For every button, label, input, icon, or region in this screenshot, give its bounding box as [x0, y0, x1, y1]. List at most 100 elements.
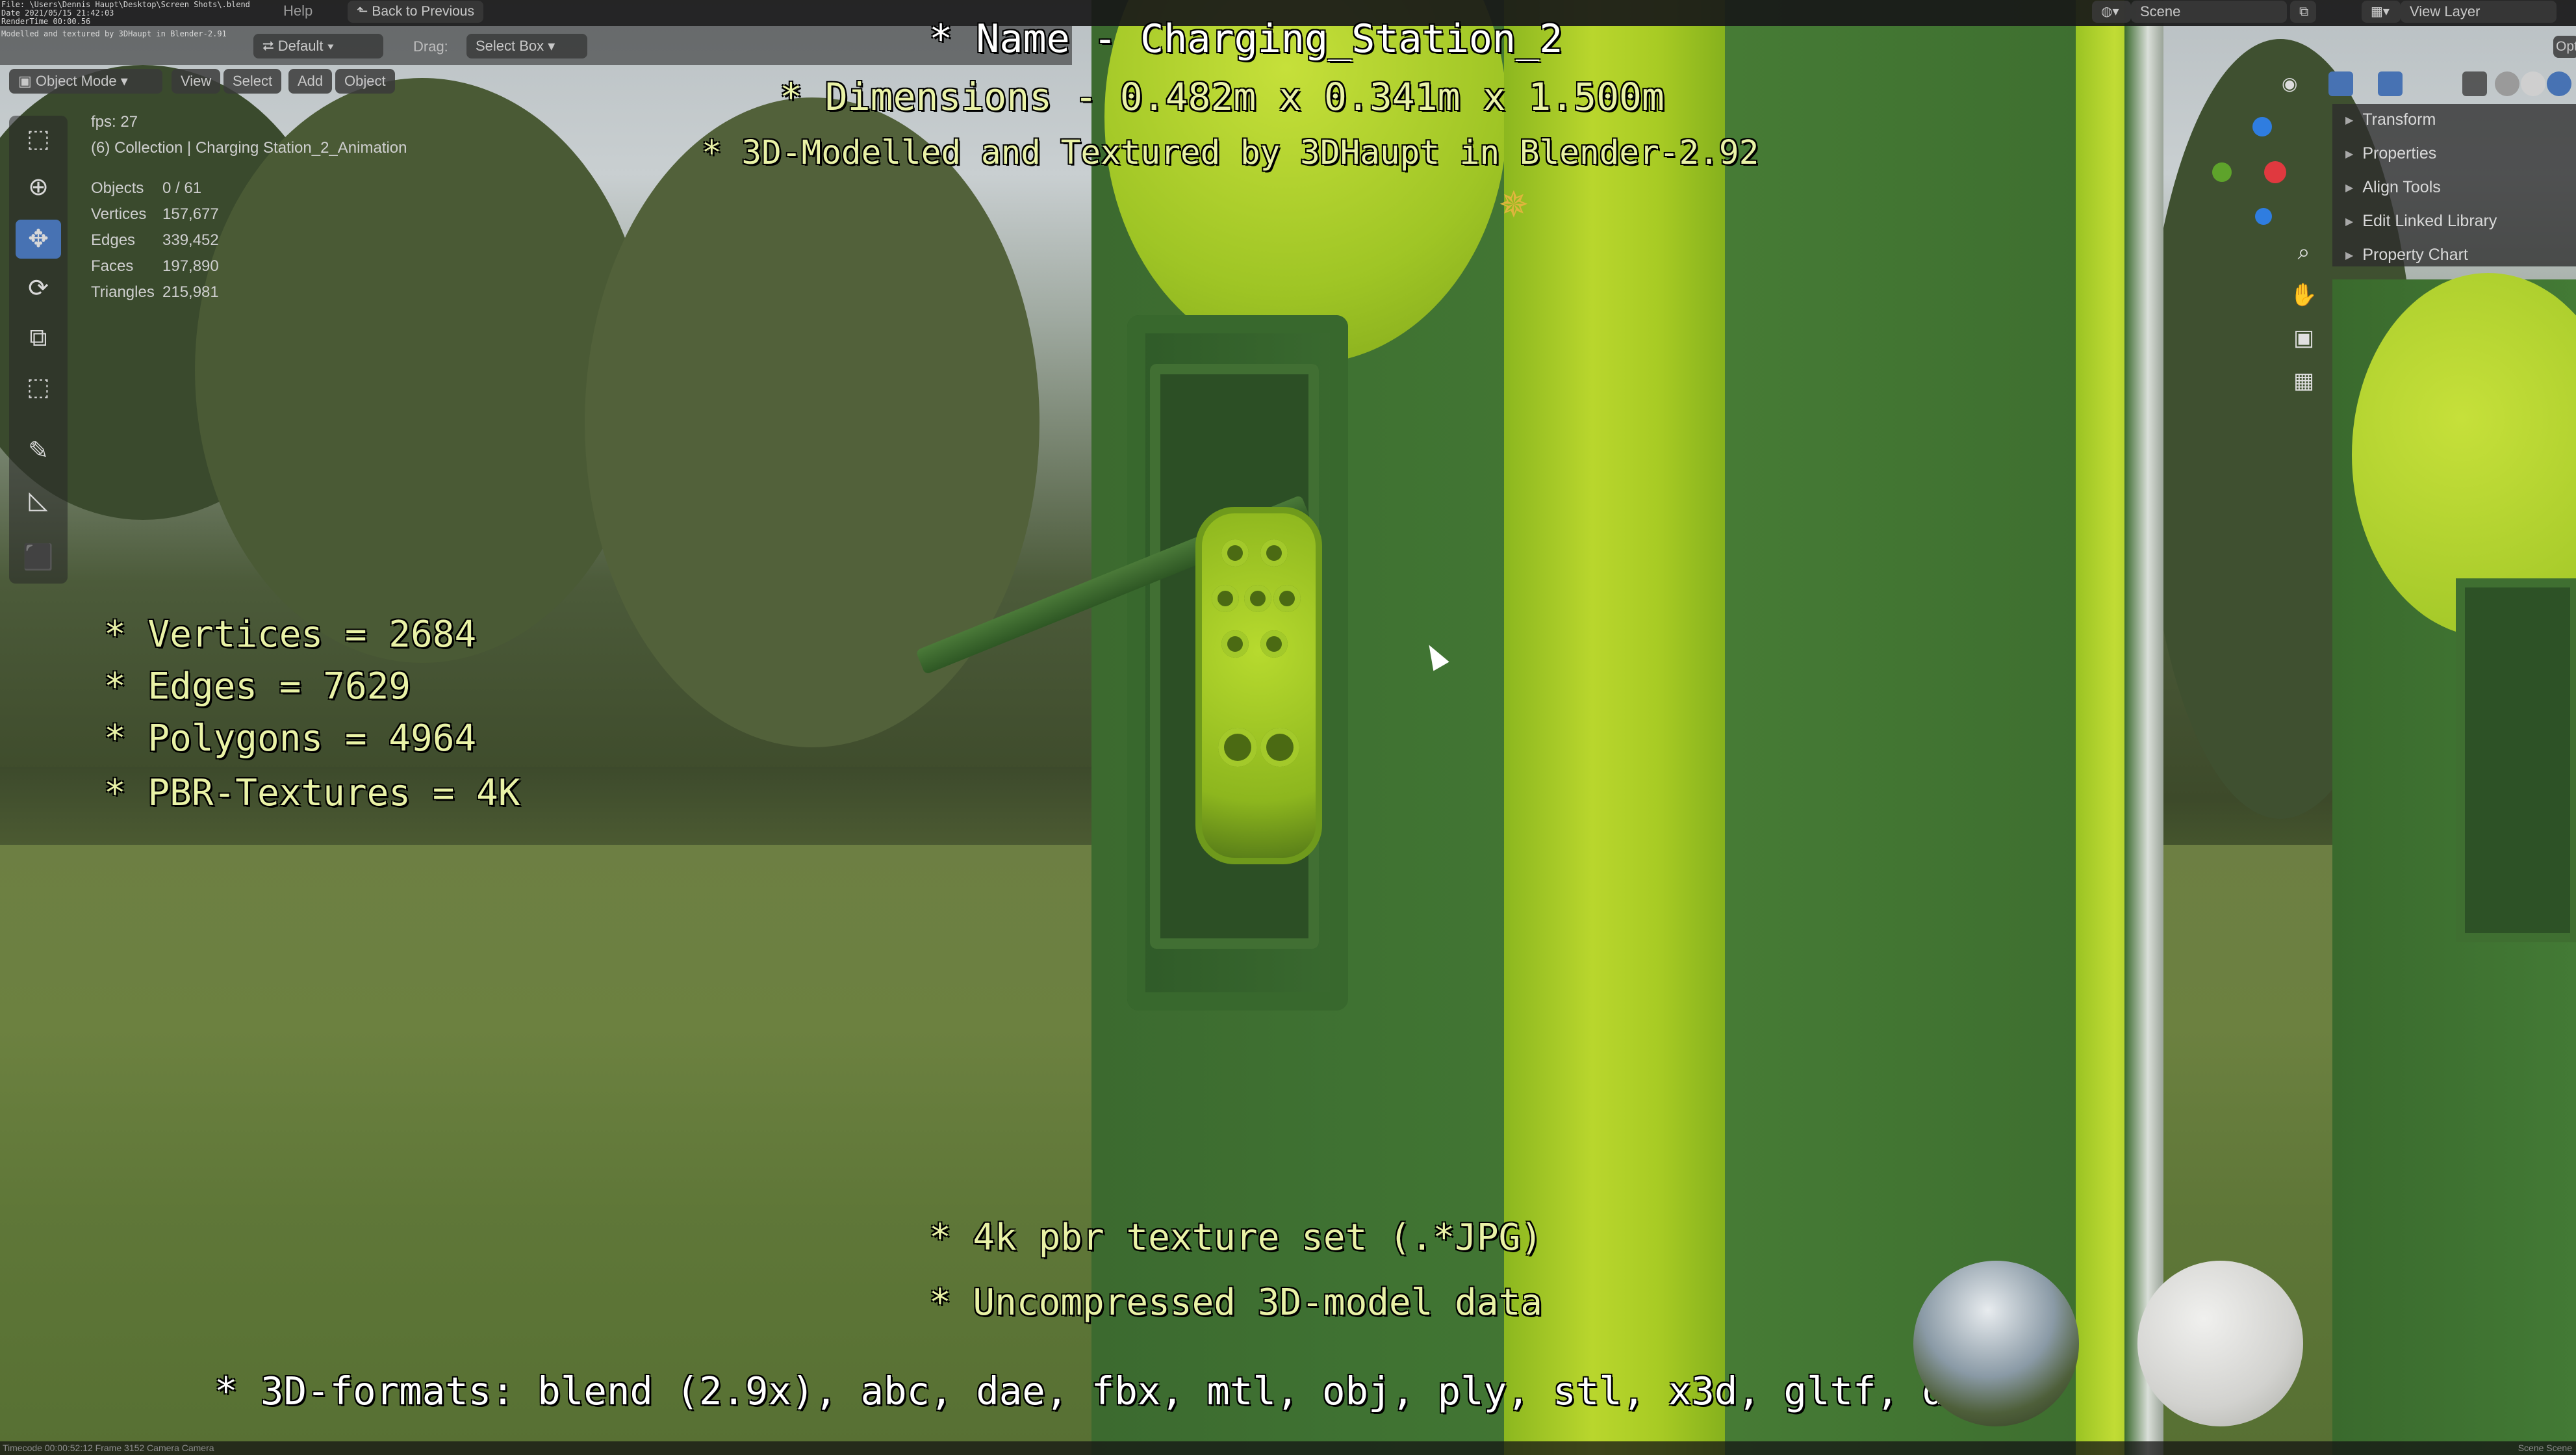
panel-align-tools[interactable]: ▶ Align Tools: [2345, 178, 2441, 197]
back-to-previous-button[interactable]: ⬑ Back to Previous: [348, 1, 483, 23]
overlay-toggle-icon[interactable]: [2378, 71, 2403, 96]
pan-hand-icon[interactable]: ✋: [2286, 277, 2322, 313]
menu-select[interactable]: Select: [223, 69, 282, 94]
xray-toggle-icon[interactable]: [2462, 71, 2487, 96]
socket-pin: [1221, 630, 1249, 658]
add-cube-icon[interactable]: ⬛: [16, 538, 61, 577]
move-icon[interactable]: ✥: [16, 220, 61, 259]
back-to-previous-label: Back to Previous: [372, 4, 474, 19]
chevron-right-icon: ▶: [2345, 183, 2354, 194]
options-label: Opt: [2556, 39, 2576, 54]
menu-view[interactable]: View: [172, 69, 221, 94]
axis-y-icon[interactable]: [2212, 162, 2232, 182]
socket-pin: [1212, 585, 1239, 612]
transform-orientation-dropdown[interactable]: ⮂ Default ▾: [253, 34, 383, 58]
scene-label: Scene: [2140, 3, 2181, 19]
file-info-line: RenderTime 00:00.56: [1, 17, 91, 26]
transform-icon[interactable]: ⬚: [16, 368, 61, 407]
chevron-right-icon: ▶: [2345, 149, 2354, 161]
annotate-icon[interactable]: ✎: [16, 431, 61, 470]
stat-edges: Edges 339,452: [91, 231, 219, 250]
view-layer-selector[interactable]: View Layer: [2401, 1, 2557, 23]
visibility-icon[interactable]: ◉: [2282, 71, 2306, 96]
new-scene-icon[interactable]: ⧉: [2290, 1, 2316, 23]
stat-key: Vertices: [91, 205, 147, 223]
drag-select-dropdown[interactable]: Select Box ▾: [466, 34, 587, 58]
camera-icon[interactable]: ▣: [2286, 320, 2322, 356]
second-station-socket: [2456, 578, 2576, 942]
menu-add[interactable]: Add: [288, 69, 333, 94]
file-info-line: File: \Users\Dennis Haupt\Desktop\Screen…: [1, 0, 250, 9]
wireframe-shading-icon[interactable]: [2495, 71, 2519, 96]
charging-socket: [1195, 507, 1322, 864]
scene-selector[interactable]: Scene: [2131, 1, 2287, 23]
zoom-icon[interactable]: ⌕: [2286, 234, 2322, 270]
gizmo-toggle-icon[interactable]: [2328, 71, 2353, 96]
panel-label: Properties: [2362, 144, 2437, 162]
sidebar-n-panel: ▶ Transform ▶ Properties ▶ Align Tools ▶ Edi…: [2332, 104, 2576, 266]
stat-vertices: Vertices 157,677: [91, 205, 219, 224]
panel-properties[interactable]: ▶ Properties: [2345, 144, 2436, 163]
overlay-dimensions: * Dimensions - 0.482m x 0.341m x 1.500m: [780, 75, 1664, 119]
rotate-icon[interactable]: ⟳: [16, 269, 61, 308]
navigation-controls: ⌕ ✋ ▣ ▦: [2280, 97, 2326, 409]
socket-pin: [1221, 539, 1249, 567]
panel-label: Edit Linked Library: [2362, 212, 2497, 230]
viewport-statistics: fps: 27 (6) Collection | Charging Statio…: [91, 110, 416, 312]
viewport-shading-controls: ◉: [2274, 68, 2576, 100]
orientation-label: Default: [277, 38, 324, 54]
chevron-down-icon: ▾: [116, 73, 128, 89]
navigation-gizmo[interactable]: [2199, 110, 2290, 240]
options-button[interactable]: Opt: [2553, 36, 2576, 58]
overlay-polygons: * Polygons = 4964: [104, 717, 477, 760]
socket-pin: [1260, 539, 1288, 567]
object-mode-icon: ▣: [18, 73, 36, 89]
overlay-edges: * Edges = 7629: [104, 665, 411, 708]
panel-property-chart[interactable]: ▶ Property Chart: [2345, 246, 2468, 264]
axis-neg-z-icon[interactable]: [2255, 208, 2272, 225]
menu-help[interactable]: Help: [283, 3, 312, 19]
grid-icon[interactable]: ▦: [2286, 363, 2322, 399]
tool-settings-bar: Modelled and textured by 3DHaupt in Blen…: [0, 26, 1072, 65]
socket-pin: [1244, 585, 1271, 612]
socket-pin: [1218, 728, 1257, 767]
chevron-right-icon: ▶: [2345, 216, 2354, 228]
socket-pin: [1260, 728, 1299, 767]
socket-pin: [1273, 585, 1301, 612]
axis-z-icon[interactable]: [2252, 117, 2272, 136]
chevron-down-icon: ▾: [323, 38, 335, 54]
overlay-name: * Name - Charging_Station_2: [929, 16, 1563, 62]
measure-icon[interactable]: ◺: [16, 481, 61, 520]
toolbar: ⬚ ⊕ ✥ ⟳ ⧉ ⬚ ✎ ◺ ⬛: [9, 116, 68, 584]
overlay-uncompressed: * Uncompressed 3D-model data: [929, 1281, 1543, 1324]
overlay-vertices: * Vertices = 2684: [104, 613, 477, 656]
select-box-icon[interactable]: ⬚: [16, 120, 61, 159]
material-shading-icon[interactable]: [2547, 71, 2571, 96]
solid-shading-icon[interactable]: [2521, 71, 2545, 96]
panel-label: Align Tools: [2362, 178, 2441, 196]
chevron-right-icon: ▶: [2345, 250, 2354, 262]
charging-station-edge: [2124, 0, 2163, 1455]
view-layer-icon-dropdown[interactable]: ▦▾: [2362, 1, 2401, 23]
cursor-icon[interactable]: ⊕: [16, 168, 61, 207]
diffuse-sphere: [2137, 1261, 2303, 1426]
stat-key: Objects: [91, 179, 144, 197]
stat-key: Triangles: [91, 283, 155, 301]
drag-label: Drag:: [413, 38, 448, 55]
stat-value: 157,677: [162, 205, 219, 223]
chrome-sphere: [1913, 1261, 2079, 1426]
object-mode-dropdown[interactable]: ▣ Object Mode ▾: [9, 69, 162, 94]
overlay-formats: * 3D-formats: blend (2.9x), abc, dae, fb…: [214, 1369, 1992, 1413]
stat-value: 0 / 61: [162, 179, 202, 197]
status-bar: Timecode 00:00:52:12 Frame 3152 Camera C…: [0, 1441, 2576, 1455]
scene-icon-dropdown[interactable]: ◍▾: [2092, 1, 2131, 23]
panel-transform[interactable]: ▶ Transform: [2345, 110, 2436, 129]
scale-icon[interactable]: ⧉: [16, 318, 61, 357]
panel-edit-linked-library[interactable]: ▶ Edit Linked Library: [2345, 212, 2497, 231]
menu-object[interactable]: Object: [335, 69, 395, 94]
file-info-line: Modelled and textured by 3DHaupt in Blen…: [1, 29, 227, 38]
3d-cursor-icon[interactable]: ✵: [1494, 185, 1533, 224]
panel-label: Transform: [2362, 110, 2436, 129]
stat-objects: Objects 0 / 61: [91, 179, 201, 198]
chevron-right-icon: ▶: [2345, 115, 2354, 127]
